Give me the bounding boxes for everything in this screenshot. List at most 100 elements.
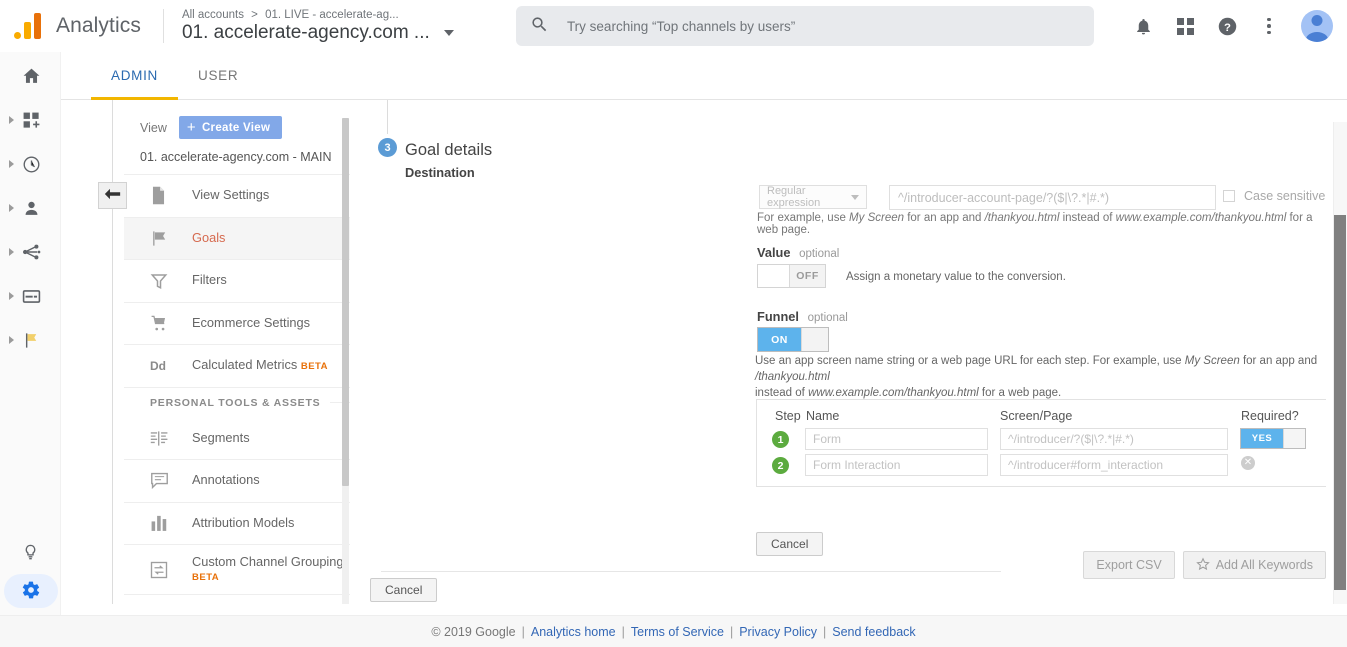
funnel-toggle[interactable]: ON [757, 327, 829, 352]
beta-badge: BETA [300, 361, 328, 373]
page-scrollbar-thumb[interactable] [1334, 215, 1346, 590]
value-optional-label: optional [799, 248, 840, 260]
current-view-name: 01. accelerate-agency.com - MAIN [124, 139, 350, 175]
more-kebab-icon[interactable] [1250, 7, 1288, 45]
expand-arrow-icon[interactable] [9, 160, 14, 168]
notifications-bell-icon[interactable] [1124, 7, 1162, 45]
case-sensitive-option[interactable]: Case sensitive [1223, 189, 1325, 203]
sidebar-scrollbar-thumb[interactable] [342, 118, 349, 486]
expand-arrow-icon[interactable] [9, 336, 14, 344]
expand-arrow-icon[interactable] [9, 248, 14, 256]
sidebar-item-customization[interactable] [0, 102, 60, 138]
admin-tabs: ADMIN USER [61, 52, 1347, 100]
sidebar-item-acquisition[interactable] [0, 234, 60, 270]
tab-admin[interactable]: ADMIN [91, 52, 178, 100]
analytics-home-link[interactable]: Analytics [0, 13, 141, 39]
toggle-knob [801, 328, 828, 351]
export-csv-label: Export CSV [1096, 558, 1162, 572]
arrow-left-icon [104, 187, 121, 204]
svg-text:?: ? [1224, 21, 1231, 33]
sidebar-item-custom-channel-grouping[interactable]: Custom Channel Grouping BETA [124, 545, 350, 595]
shopping-cart-icon [150, 314, 172, 333]
destination-hint: For example, use My Screen for an app an… [757, 212, 1326, 236]
step-page-input[interactable] [1000, 454, 1228, 476]
collapse-sidebar-button[interactable] [98, 182, 127, 209]
expand-arrow-icon[interactable] [9, 116, 14, 124]
sidebar-item-home[interactable] [0, 58, 60, 94]
sidebar-item-filters[interactable]: Filters [124, 260, 350, 303]
step-required-toggle[interactable]: YES [1240, 428, 1306, 449]
document-icon [150, 186, 172, 205]
divider [112, 100, 113, 615]
hint-text: Use an app screen name string or a web p… [755, 355, 1185, 367]
sidebar-item-audience[interactable] [0, 190, 60, 226]
view-label: View [140, 120, 167, 135]
value-label: Value [757, 245, 791, 260]
apps-grid-icon[interactable] [1166, 7, 1204, 45]
match-type-value: Regular expression [767, 185, 821, 209]
footer-link-terms-of-service[interactable]: Terms of Service [631, 625, 724, 639]
footer-separator: | [729, 624, 734, 639]
cancel-button-outer[interactable]: Cancel [370, 578, 438, 602]
value-toggle[interactable]: OFF [757, 264, 826, 288]
export-csv-button[interactable]: Export CSV [1083, 551, 1175, 579]
sidebar-section-personal-tools: PERSONAL TOOLS & ASSETS [124, 388, 350, 418]
search-bar[interactable] [515, 6, 1094, 46]
sidebar-item-label: Goals [192, 229, 226, 245]
create-view-button[interactable]: + Create View [178, 116, 283, 139]
step-number: 1 [772, 431, 789, 448]
match-type-select[interactable]: Regular expression [759, 185, 867, 209]
step-name-input[interactable] [805, 454, 988, 476]
sidebar-item-segments[interactable]: Segments [124, 418, 350, 460]
sidebar-item-realtime[interactable] [0, 146, 60, 182]
column-header-step: Step [775, 409, 801, 423]
chevron-down-icon[interactable] [443, 29, 454, 36]
sidebar-item-admin[interactable] [0, 573, 61, 609]
account-name: 01. accelerate-agency.com ... [181, 21, 430, 43]
expand-arrow-icon[interactable] [9, 292, 14, 300]
sidebar-item-label: Custom Channel Grouping [192, 553, 344, 569]
top-app-bar: Analytics All accounts > 01. LIVE - acce… [0, 0, 1347, 52]
top-bar-actions: ? [1124, 7, 1347, 45]
footer-link-privacy-policy[interactable]: Privacy Policy [739, 625, 817, 639]
discover-bulb-icon-button[interactable] [0, 536, 61, 572]
audience-person-icon [21, 198, 41, 218]
expand-arrow-icon[interactable] [9, 204, 14, 212]
sidebar-item-calculated-metrics[interactable]: Dd Calculated Metrics BETA [124, 345, 350, 388]
sidebar-item-view-settings[interactable]: View Settings [124, 175, 350, 218]
sidebar-item-attribution-models[interactable]: Attribution Models [124, 503, 350, 545]
sidebar-item-goals[interactable]: Goals [124, 217, 350, 260]
step-name-input[interactable] [805, 428, 988, 450]
hint-example-url: www.example.com/thankyou.html [808, 387, 979, 399]
sidebar-item-label: Segments [192, 429, 250, 445]
add-all-keywords-button[interactable]: Add All Keywords [1182, 551, 1326, 579]
funnel-toggle-state: ON [758, 328, 801, 351]
sidebar-item-behavior[interactable] [0, 278, 60, 314]
sidebar-item-annotations[interactable]: Annotations [124, 460, 350, 503]
breadcrumb-account[interactable]: 01. LIVE - accelerate-ag... [265, 9, 399, 21]
tab-user[interactable]: USER [178, 52, 258, 99]
footer-separator: | [521, 624, 525, 639]
cancel-button[interactable]: Cancel [756, 532, 824, 556]
funnel-optional-label: optional [807, 312, 848, 324]
hint-text: instead of [755, 387, 809, 399]
remove-circle-icon[interactable]: ✕ [1241, 456, 1255, 470]
footer-link-send-feedback[interactable]: Send feedback [832, 625, 915, 639]
table-row: 1 YES [757, 428, 1326, 454]
hint-text: for an app and [904, 212, 985, 224]
admin-sidebar: View + Create View 01. accelerate-agency… [124, 100, 350, 615]
sidebar-item-ecommerce-settings[interactable]: Ecommerce Settings [124, 303, 350, 345]
breadcrumb-root[interactable]: All accounts [182, 9, 244, 21]
sidebar-section-label: PERSONAL TOOLS & ASSETS [150, 396, 321, 409]
search-input[interactable] [564, 17, 1080, 35]
destination-input[interactable] [889, 185, 1216, 210]
avatar[interactable] [1301, 10, 1333, 42]
breadcrumb: All accounts > 01. LIVE - accelerate-ag.… [182, 9, 482, 21]
step-connector-line [387, 100, 388, 134]
account-selector[interactable]: All accounts > 01. LIVE - accelerate-ag.… [182, 9, 482, 44]
step-page-input[interactable] [1000, 428, 1228, 450]
case-sensitive-checkbox[interactable] [1223, 190, 1235, 202]
sidebar-item-conversions[interactable] [0, 322, 60, 358]
help-circle-icon[interactable]: ? [1208, 7, 1246, 45]
footer-link-analytics-home[interactable]: Analytics home [531, 625, 616, 639]
